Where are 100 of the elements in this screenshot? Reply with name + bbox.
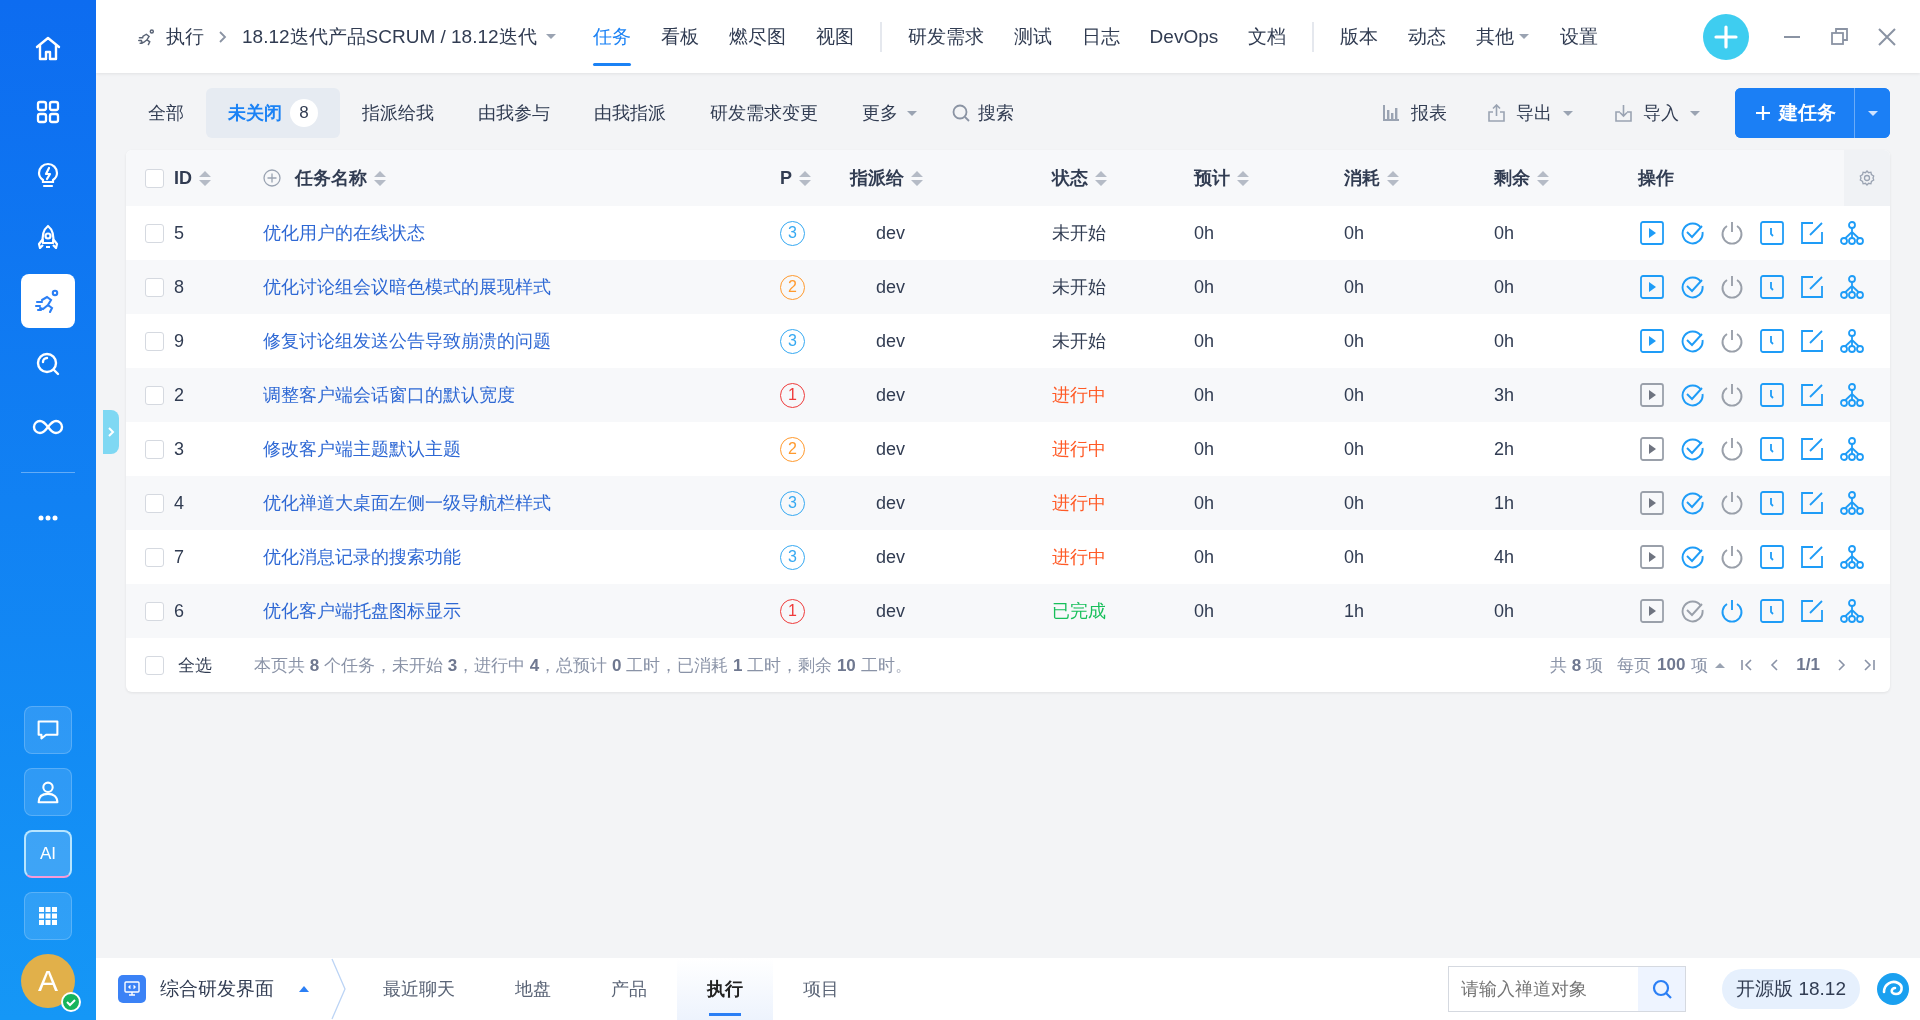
taskbar-tab[interactable]: 产品: [581, 958, 677, 1020]
nav-tab[interactable]: 任务: [580, 0, 643, 73]
clock-button[interactable]: [1759, 220, 1785, 246]
taskbar-tab[interactable]: 地盘: [485, 958, 581, 1020]
nav-tab[interactable]: 燃尽图: [716, 0, 798, 73]
breadcrumb-link[interactable]: 执行: [166, 23, 204, 50]
hierarchy-button[interactable]: [1839, 598, 1865, 624]
task-name-link[interactable]: 优化消息记录的搜索功能: [263, 545, 461, 569]
export-button[interactable]: 导出: [1471, 88, 1590, 138]
close-icon[interactable]: [1878, 27, 1896, 46]
checkbox[interactable]: [145, 277, 164, 297]
check-circle-button[interactable]: [1679, 220, 1705, 246]
import-button[interactable]: 导入: [1598, 88, 1717, 138]
edit-button[interactable]: [1799, 328, 1825, 354]
nav-tab[interactable]: 视图: [803, 0, 866, 73]
nav-tab[interactable]: 动态: [1396, 0, 1459, 73]
taskbar-tab[interactable]: 最近聊天: [353, 958, 485, 1020]
settings-button[interactable]: [1844, 150, 1890, 206]
add-column-icon[interactable]: [263, 169, 281, 187]
edit-button[interactable]: [1799, 274, 1825, 300]
check-circle-button[interactable]: [1679, 490, 1705, 516]
sort-icon[interactable]: [373, 169, 387, 187]
expand-handle[interactable]: [103, 410, 119, 454]
clock-button[interactable]: [1759, 544, 1785, 570]
check-circle-button[interactable]: [1679, 382, 1705, 408]
filter-tab[interactable]: 更多: [840, 88, 940, 138]
hierarchy-button[interactable]: [1839, 544, 1865, 570]
minimize-icon[interactable]: [1783, 35, 1801, 38]
task-name-link[interactable]: 优化禅道大桌面左侧一级导航栏样式: [263, 491, 551, 515]
nav-tab[interactable]: 文档: [1236, 0, 1299, 73]
filter-tab[interactable]: 由我指派: [572, 88, 688, 138]
check-circle-button[interactable]: [1679, 328, 1705, 354]
hierarchy-button[interactable]: [1839, 382, 1865, 408]
apps-button[interactable]: [24, 892, 72, 940]
play-button[interactable]: [1639, 274, 1665, 300]
nav-tab[interactable]: 日志: [1069, 0, 1132, 73]
sort-icon[interactable]: [1094, 169, 1108, 187]
report-button[interactable]: 报表: [1366, 88, 1463, 138]
sidebar-button[interactable]: [21, 274, 75, 328]
nav-tab[interactable]: 版本: [1328, 0, 1391, 73]
search-button[interactable]: 搜索: [940, 88, 1026, 138]
last-page-icon[interactable]: [1862, 658, 1876, 672]
sort-icon[interactable]: [1236, 169, 1250, 187]
nav-tab[interactable]: 其他: [1464, 0, 1543, 73]
hierarchy-button[interactable]: [1839, 328, 1865, 354]
task-name-link[interactable]: 修改客户端主题默认主题: [263, 437, 461, 461]
clock-button[interactable]: [1759, 382, 1785, 408]
check-circle-button[interactable]: [1679, 274, 1705, 300]
hierarchy-button[interactable]: [1839, 220, 1865, 246]
add-button[interactable]: [1703, 13, 1749, 60]
dropdown-toggle[interactable]: [1854, 88, 1890, 138]
play-button[interactable]: [1639, 328, 1665, 354]
filter-tab[interactable]: 由我参与: [456, 88, 572, 138]
clock-button[interactable]: [1759, 490, 1785, 516]
check-circle-button[interactable]: [1679, 436, 1705, 462]
task-name-link[interactable]: 修复讨论组发送公告导致崩溃的问题: [263, 329, 551, 353]
edit-button[interactable]: [1799, 382, 1825, 408]
checkbox[interactable]: [145, 655, 164, 675]
hierarchy-button[interactable]: [1839, 490, 1865, 516]
sort-icon[interactable]: [910, 169, 924, 187]
sort-icon[interactable]: [1536, 169, 1550, 187]
edit-button[interactable]: [1799, 598, 1825, 624]
task-name-link[interactable]: 优化讨论组会议暗色模式的展现样式: [263, 275, 551, 299]
filter-tab[interactable]: 指派给我: [340, 88, 456, 138]
page-size-dropdown[interactable]: 每页 100 项: [1617, 653, 1727, 677]
clock-button[interactable]: [1759, 436, 1785, 462]
first-page-icon[interactable]: [1740, 658, 1755, 672]
sort-icon[interactable]: [198, 169, 212, 187]
task-name-link[interactable]: 调整客户端会话窗口的默认宽度: [263, 383, 515, 407]
check-circle-button[interactable]: [1679, 544, 1705, 570]
clock-button[interactable]: [1759, 598, 1785, 624]
hierarchy-button[interactable]: [1839, 436, 1865, 462]
power-button[interactable]: [1719, 598, 1745, 624]
nav-tab[interactable]: 测试: [1001, 0, 1064, 73]
checkbox[interactable]: [145, 547, 164, 567]
checkbox[interactable]: [145, 493, 164, 513]
chat-button[interactable]: [24, 706, 72, 754]
user-button[interactable]: [24, 768, 72, 816]
checkbox[interactable]: [145, 601, 164, 621]
sort-icon[interactable]: [1386, 169, 1400, 187]
edit-button[interactable]: [1799, 544, 1825, 570]
task-name-link[interactable]: 优化客户端托盘图标显示: [263, 599, 461, 623]
hierarchy-button[interactable]: [1839, 274, 1865, 300]
nav-tab[interactable]: 设置: [1548, 0, 1611, 73]
clock-button[interactable]: [1759, 274, 1785, 300]
nav-tab[interactable]: 研发需求: [895, 0, 996, 73]
nav-tab[interactable]: 看板: [648, 0, 711, 73]
checkbox[interactable]: [145, 439, 164, 459]
checkbox[interactable]: [145, 331, 164, 351]
edit-button[interactable]: [1799, 220, 1825, 246]
restore-icon[interactable]: [1831, 28, 1848, 45]
sort-icon[interactable]: [798, 169, 812, 187]
checkbox[interactable]: [145, 223, 164, 243]
play-button[interactable]: [1639, 220, 1665, 246]
checkbox[interactable]: [145, 168, 164, 188]
task-name-link[interactable]: 优化用户的在线状态: [263, 221, 425, 245]
taskbar-tab[interactable]: 项目: [773, 958, 869, 1020]
filter-tab[interactable]: 研发需求变更: [688, 88, 840, 138]
nav-tab[interactable]: DevOps: [1137, 0, 1231, 73]
filter-tab[interactable]: 全部: [126, 88, 206, 138]
